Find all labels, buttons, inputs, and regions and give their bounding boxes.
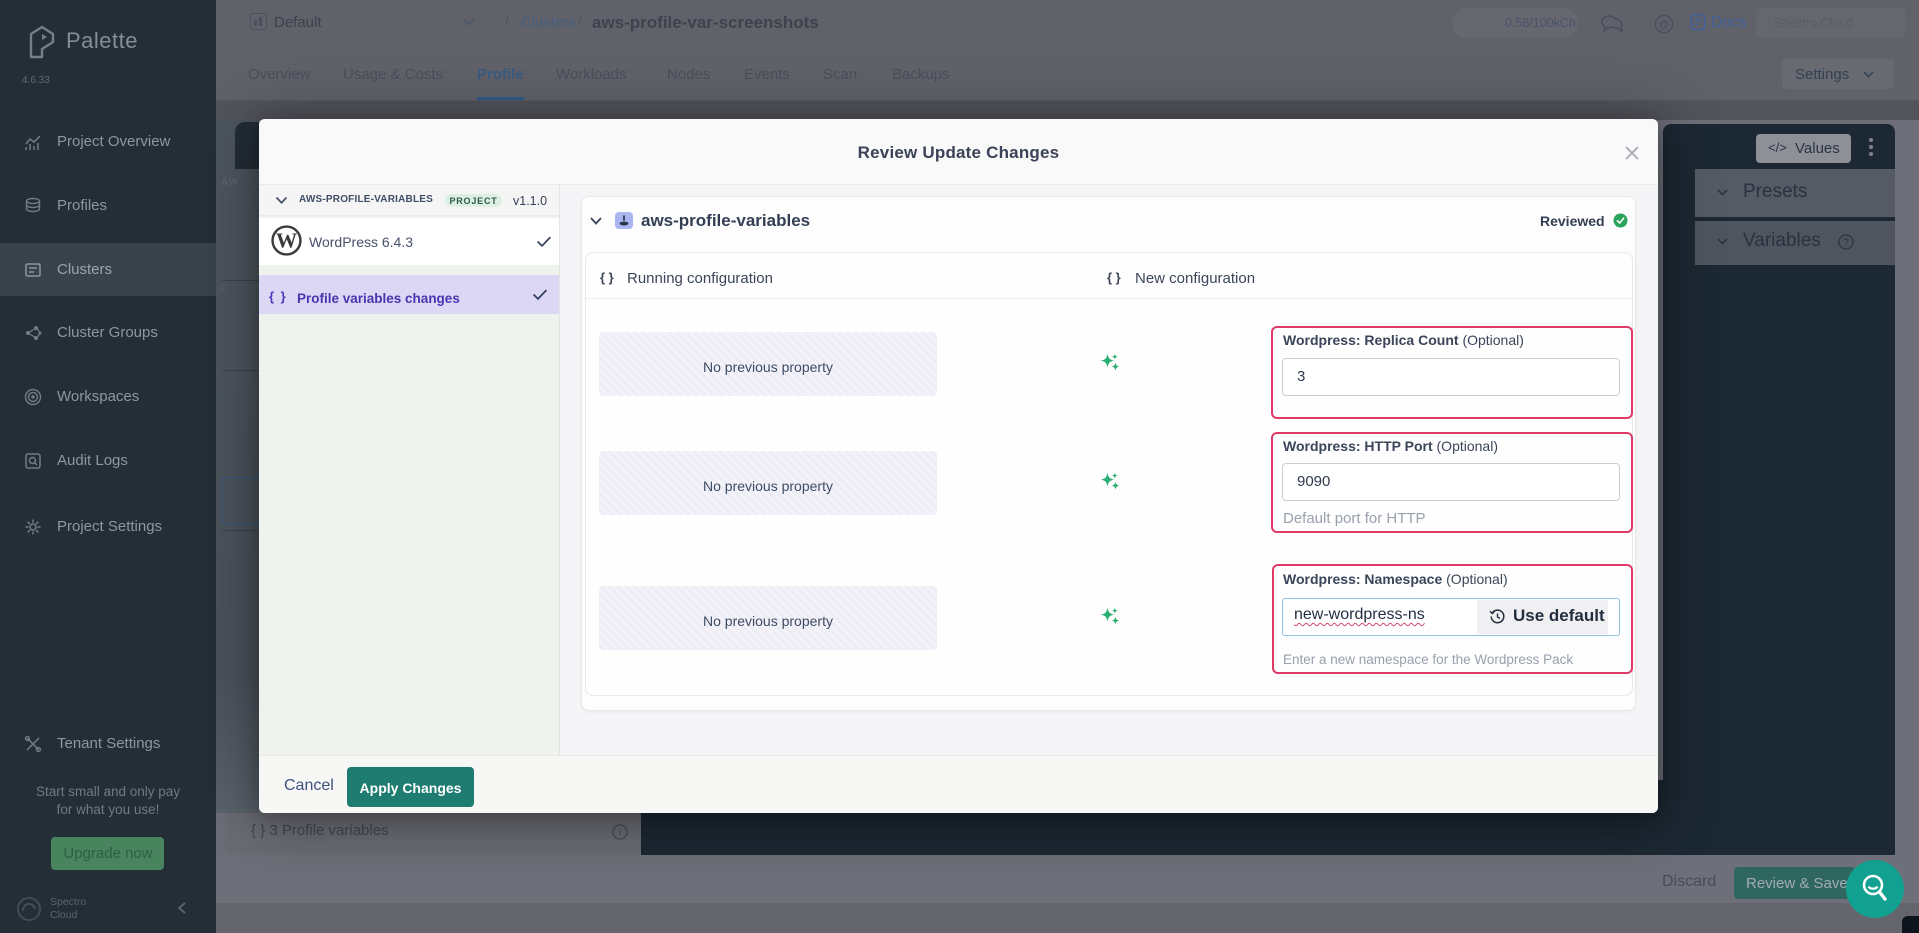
svg-text:W: W (276, 228, 297, 252)
svg-text:@: @ (1658, 19, 1669, 31)
svg-text:?: ? (1843, 238, 1849, 249)
svg-text:i: i (619, 828, 621, 839)
